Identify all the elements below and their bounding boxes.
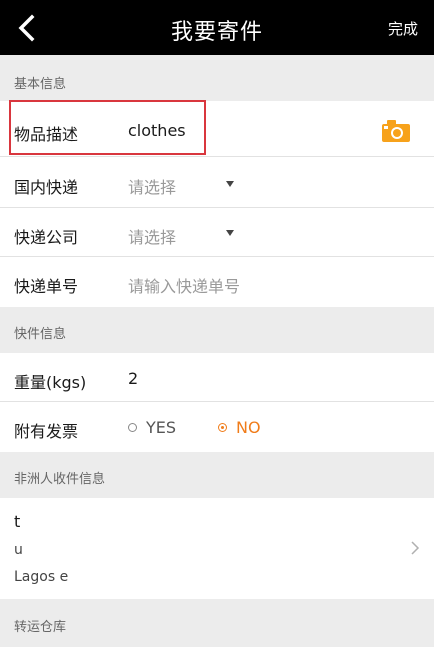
radio-no-dot (221, 426, 224, 429)
domestic-express-select[interactable]: 请选择 (128, 174, 176, 198)
radio-no-label[interactable]: NO (236, 418, 261, 437)
tracking-number-label: 快递单号 (14, 277, 79, 296)
courier-company-label: 快递公司 (14, 228, 79, 247)
weight-input[interactable]: 2 (128, 369, 138, 388)
radio-no[interactable] (218, 423, 227, 432)
domestic-express-row[interactable]: 国内快递 请选择 (0, 157, 434, 208)
invoice-row: 附有发票 YES NO (0, 402, 434, 452)
recipient-address: Lagos e (14, 569, 69, 585)
tracking-number-input[interactable]: 请输入快递单号 (128, 273, 240, 297)
section-header-basic-info: 基本信息 (0, 55, 434, 101)
weight-row[interactable]: 重量(kgs) 2 (0, 353, 434, 402)
invoice-label: 附有发票 (14, 422, 79, 441)
recipient-name: t (14, 512, 21, 531)
section-header-recipient: 非洲人收件信息 (0, 452, 434, 498)
section-header-warehouse: 转运仓库 (0, 599, 434, 647)
courier-company-row[interactable]: 快递公司 请选择 (0, 208, 434, 257)
done-button[interactable]: 完成 (388, 18, 418, 39)
courier-company-select[interactable]: 请选择 (128, 224, 176, 248)
highlight-box (9, 100, 206, 155)
page-title: 我要寄件 (170, 20, 263, 45)
recipient-line: u (14, 542, 23, 558)
tracking-number-row[interactable]: 快递单号 请输入快递单号 (0, 257, 434, 307)
top-bar: 我要寄件 完成 (0, 0, 434, 55)
recipient-card[interactable]: t u Lagos e (0, 498, 434, 599)
chevron-right-icon[interactable] (410, 540, 420, 556)
radio-yes[interactable] (128, 423, 137, 432)
dropdown-caret-icon (226, 230, 234, 236)
domestic-express-label: 国内快递 (14, 178, 79, 197)
section-header-parcel-info: 快件信息 (0, 307, 434, 353)
warehouse-row[interactable] (0, 647, 434, 672)
weight-label: 重量(kgs) (14, 373, 87, 392)
dropdown-caret-icon (226, 181, 234, 187)
camera-icon[interactable] (382, 120, 410, 142)
radio-yes-label[interactable]: YES (146, 418, 176, 437)
